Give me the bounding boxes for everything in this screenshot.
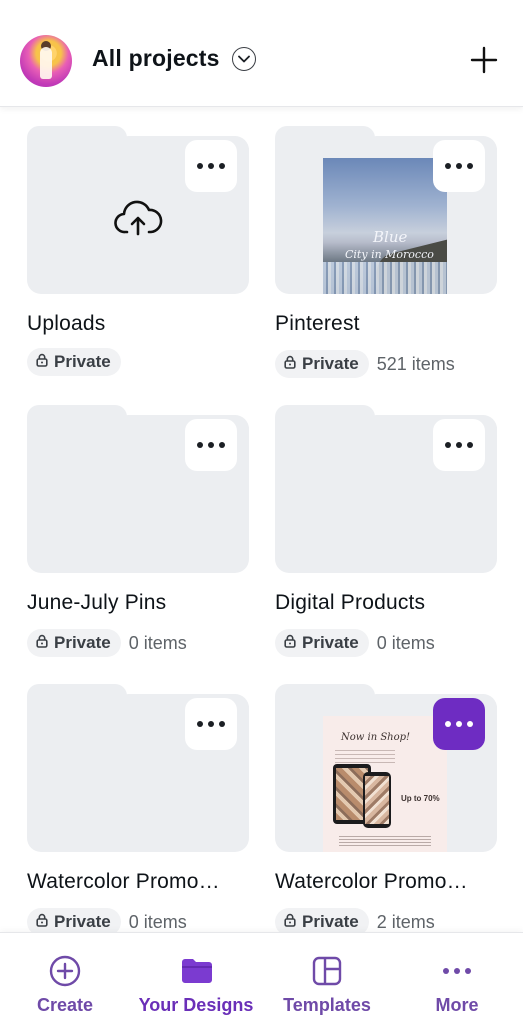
lock-icon: [36, 633, 48, 653]
privacy-label: Private: [54, 912, 111, 931]
item-count: 521 items: [376, 353, 455, 374]
privacy-badge: Private: [27, 348, 121, 376]
item-count: 0 items: [128, 911, 187, 932]
more-dots-icon: [445, 163, 473, 169]
folder-card[interactable]: Blue City in Morocco Pinterest Private 5…: [275, 126, 497, 378]
page-title[interactable]: All projects: [92, 45, 220, 72]
more-dots-icon: [197, 442, 225, 448]
more-options-button[interactable]: [433, 140, 485, 192]
more-dots-icon: [197, 163, 225, 169]
chevron-down-icon[interactable]: [232, 47, 256, 71]
avatar-figure: [40, 47, 52, 79]
folder-graphic: Now in Shop! Up to 70%: [275, 684, 497, 852]
folder-name: Uploads: [27, 312, 106, 335]
folder-name: June-July Pins: [27, 591, 167, 614]
item-count: 0 items: [376, 632, 435, 653]
folder-card[interactable]: June-July Pins Private 0 items: [27, 405, 249, 657]
folder-graphic: [27, 126, 249, 294]
thumb-city: [323, 262, 447, 294]
nav-label: More: [435, 995, 479, 1015]
nav-more[interactable]: More: [392, 933, 522, 1024]
folder-meta: Private 0 items: [27, 629, 187, 657]
header-bar: All projects: [0, 0, 523, 107]
folder-tab: [27, 126, 127, 150]
more-options-button[interactable]: [433, 419, 485, 471]
privacy-badge: Private: [275, 629, 369, 657]
privacy-label: Private: [302, 912, 359, 931]
nav-label: Your Designs: [138, 995, 254, 1015]
more-options-button[interactable]: [185, 419, 237, 471]
folder-card[interactable]: Now in Shop! Up to 70% Watercolor Promo……: [275, 684, 497, 936]
lock-icon: [284, 354, 296, 374]
item-count: 0 items: [128, 632, 187, 653]
templates-icon: [311, 955, 343, 987]
more-dots-icon: [445, 721, 473, 727]
lock-icon: [284, 912, 296, 932]
folder-tab: [27, 684, 127, 708]
folder-graphic: [27, 684, 249, 852]
folder-tab: [275, 405, 375, 429]
folder-name: Watercolor Promo…: [275, 870, 468, 893]
nav-create[interactable]: Create: [0, 933, 130, 1024]
folder-tab: [27, 405, 127, 429]
thumb-footer-text: [339, 836, 431, 846]
nav-label: Templates: [283, 995, 371, 1015]
more-dots-icon: [445, 442, 473, 448]
folder-tab: [275, 126, 375, 150]
thumb-title: Blue: [373, 228, 408, 246]
item-count: 2 items: [376, 911, 435, 932]
folder-name: Digital Products: [275, 591, 426, 614]
bottom-nav: Create Your Designs Templates More: [0, 932, 523, 1024]
privacy-badge: Private: [275, 350, 369, 378]
more-dots-icon: [197, 721, 225, 727]
folder-meta: Private 0 items: [275, 629, 435, 657]
upload-cloud-icon: [113, 198, 163, 243]
folder-graphic: [27, 405, 249, 573]
folder-name: Watercolor Promo…: [27, 870, 220, 893]
folder-graphic: [275, 405, 497, 573]
more-options-button[interactable]: [185, 140, 237, 192]
phone-mockup: [363, 772, 391, 828]
user-avatar[interactable]: [20, 35, 72, 87]
thumb-title: Now in Shop!: [341, 732, 411, 743]
plus-icon[interactable]: [468, 44, 500, 76]
privacy-label: Private: [302, 354, 359, 373]
nav-templates[interactable]: Templates: [262, 933, 392, 1024]
pin-image: Blue City in Morocco: [323, 158, 447, 294]
thumb-text: [335, 750, 395, 764]
folder-icon: [180, 955, 212, 987]
folder-card[interactable]: Uploads Private: [27, 126, 249, 376]
shop-image: Now in Shop! Up to 70%: [323, 716, 447, 852]
more-horizontal-icon: [441, 955, 473, 987]
more-options-button[interactable]: [433, 698, 485, 750]
thumb-subtitle: City in Morocco: [345, 248, 434, 261]
privacy-label: Private: [54, 352, 111, 371]
thumb-sale: Up to 70%: [401, 794, 440, 803]
folder-name: Pinterest: [275, 312, 360, 335]
lock-icon: [36, 352, 48, 372]
folder-card[interactable]: Watercolor Promo… Private 0 items: [27, 684, 249, 936]
plus-circle-icon: [49, 955, 81, 987]
folder-card[interactable]: Digital Products Private 0 items: [275, 405, 497, 657]
folder-graphic: Blue City in Morocco: [275, 126, 497, 294]
more-options-button[interactable]: [185, 698, 237, 750]
nav-your-designs[interactable]: Your Designs: [131, 933, 261, 1024]
privacy-label: Private: [54, 633, 111, 652]
projects-screen: All projects Uploads Private Blue City i…: [0, 0, 523, 1024]
nav-label: Create: [36, 995, 94, 1015]
folder-meta: Private: [27, 348, 121, 376]
folder-meta: Private 521 items: [275, 350, 455, 378]
privacy-label: Private: [302, 633, 359, 652]
folder-tab: [275, 684, 375, 708]
lock-icon: [284, 633, 296, 653]
lock-icon: [36, 912, 48, 932]
privacy-badge: Private: [27, 629, 121, 657]
